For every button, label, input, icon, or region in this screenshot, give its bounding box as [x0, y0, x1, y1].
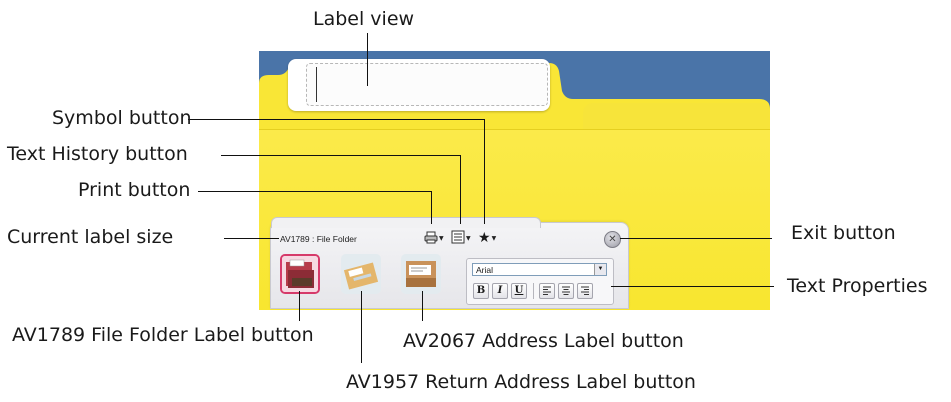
- chevron-down-icon: ▼: [491, 234, 497, 242]
- callout-text-properties: Text Properties: [787, 275, 928, 297]
- leader-line-label-view: [367, 33, 368, 86]
- callout-text-history-button: Text History button: [7, 143, 188, 165]
- leader-line-text-history: [460, 155, 461, 224]
- av1957-return-address-label-button[interactable]: [341, 254, 381, 294]
- leader-line-exit: [620, 238, 772, 239]
- symbol-button[interactable]: ★ ▼: [478, 230, 496, 246]
- text-history-icon: [451, 229, 465, 248]
- text-history-button[interactable]: ▼: [451, 230, 471, 246]
- return-address-label-icon: [341, 254, 381, 294]
- divider: [533, 283, 534, 299]
- panel-tab: [271, 217, 541, 228]
- leader-line-print: [431, 191, 432, 224]
- font-select-value: Arial: [476, 265, 494, 275]
- callout-av1789: AV1789 File Folder Label button: [12, 324, 314, 346]
- italic-button[interactable]: I: [492, 283, 508, 299]
- underline-button[interactable]: U: [511, 283, 527, 299]
- callout-print-button: Print button: [78, 179, 191, 201]
- text-properties: Arial ▼ B I U: [466, 258, 614, 305]
- leader-line-av2067: [422, 291, 423, 321]
- av2067-address-label-button[interactable]: [401, 254, 441, 294]
- align-right-icon: [581, 286, 589, 295]
- align-center-icon: [562, 286, 570, 295]
- callout-current-label-size: Current label size: [7, 226, 174, 248]
- font-select[interactable]: Arial ▼: [472, 263, 607, 276]
- callout-av1957: AV1957 Return Address Label button: [346, 371, 696, 393]
- align-right-button[interactable]: [577, 283, 593, 299]
- chevron-down-icon: ▼: [439, 234, 444, 242]
- leader-line-text-history: [221, 155, 461, 156]
- chevron-down-icon: ▼: [594, 264, 606, 275]
- leader-line-text-properties: [611, 286, 774, 287]
- leader-line-symbol: [188, 119, 484, 120]
- exit-button[interactable]: ✕: [604, 231, 621, 248]
- leader-line-av1789: [299, 291, 300, 321]
- label-view[interactable]: [306, 63, 548, 106]
- address-label-icon: [401, 254, 441, 294]
- leader-line-av1957: [361, 291, 362, 363]
- star-icon: ★: [478, 230, 491, 246]
- leader-line-label-size: [224, 238, 279, 239]
- leader-line-symbol: [484, 119, 485, 224]
- callout-symbol-button: Symbol button: [52, 107, 192, 129]
- leader-line-print: [198, 191, 432, 192]
- align-center-button[interactable]: [558, 283, 574, 299]
- text-cursor: [316, 67, 317, 102]
- callout-label-view: Label view: [313, 8, 415, 30]
- print-icon: [424, 229, 438, 248]
- toolbar-panel: AV1789 : File Folder ▼ ▼ ★ ▼ ✕ Arial ▼ B…: [270, 217, 629, 309]
- align-left-icon: [543, 286, 551, 295]
- callout-av2067: AV2067 Address Label button: [403, 330, 684, 352]
- av1789-file-folder-label-button[interactable]: [280, 254, 320, 294]
- chevron-down-icon: ▼: [466, 234, 471, 242]
- print-button[interactable]: ▼: [424, 230, 444, 246]
- current-label-size: AV1789 : File Folder: [280, 234, 357, 244]
- close-icon: ✕: [608, 234, 617, 245]
- align-left-button[interactable]: [539, 283, 555, 299]
- bold-button[interactable]: B: [473, 283, 489, 299]
- callout-exit-button: Exit button: [791, 222, 896, 244]
- file-folder-label-icon: [282, 256, 318, 292]
